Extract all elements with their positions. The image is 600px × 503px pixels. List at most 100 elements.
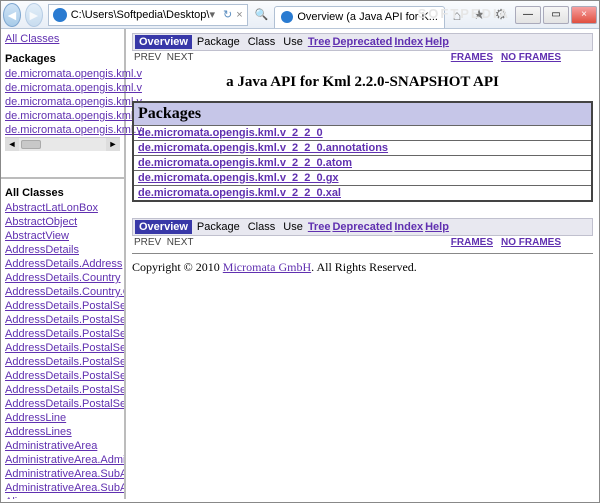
class-link[interactable]: Alias	[5, 496, 29, 499]
address-bar[interactable]: C:\Users\Softpedia\Desktop\ ▾ ↻ ×	[48, 4, 248, 26]
class-link[interactable]: AddressDetails.PostalServ	[5, 342, 124, 354]
package-link[interactable]: de.micromata.opengis.kml.v	[5, 82, 142, 94]
all-classes-heading: All Classes	[5, 187, 120, 199]
packages-table-header: Packages	[133, 102, 592, 126]
watermark: SOFTPEDIA	[418, 6, 510, 21]
package-link[interactable]: de.micromata.opengis.kml.v	[5, 124, 142, 136]
nav-class: Class	[245, 35, 279, 49]
back-button[interactable]: ◄	[3, 3, 21, 27]
nav-package: Package	[194, 35, 243, 49]
class-link[interactable]: AddressDetails.PostalServ	[5, 370, 124, 382]
copy-prefix: Copyright © 2010	[132, 260, 223, 274]
nav-index[interactable]: Index	[394, 36, 423, 48]
packages-table: Packages de.micromata.opengis.kml.v_2_2_…	[132, 101, 593, 202]
class-link[interactable]: AbstractLatLonBox	[5, 202, 98, 214]
package-row-link[interactable]: de.micromata.opengis.kml.v_2_2_0.atom	[138, 157, 352, 169]
class-link[interactable]: AddressDetails	[5, 244, 79, 256]
nav-help-b[interactable]: Help	[425, 221, 449, 233]
scroll-right-icon[interactable]: ►	[106, 138, 120, 151]
close-button[interactable]: ×	[571, 6, 597, 24]
h-scrollbar-top[interactable]: ◄ ►	[5, 137, 120, 151]
class-link[interactable]: AddressDetails.PostalServ	[5, 314, 124, 326]
table-row: de.micromata.opengis.kml.v_2_2_0.atom	[133, 156, 592, 171]
package-link[interactable]: de.micromata.opengis.kml.v	[5, 110, 142, 122]
package-row-link[interactable]: de.micromata.opengis.kml.v_2_2_0.gx	[138, 172, 339, 184]
class-link[interactable]: AbstractView	[5, 230, 69, 242]
package-row-link[interactable]: de.micromata.opengis.kml.v_2_2_0	[138, 127, 323, 139]
sub-nav-bottom: PREV NEXT FRAMES NO FRAMES	[132, 236, 593, 249]
class-link[interactable]: AdministrativeArea.SubAd	[5, 482, 124, 494]
package-list-frame: All Classes Packages de.micromata.opengi…	[1, 29, 124, 179]
noframes-link[interactable]: NO FRAMES	[501, 52, 561, 63]
divider	[132, 253, 593, 254]
class-link[interactable]: AdministrativeArea.Admini	[5, 454, 124, 466]
table-row: de.micromata.opengis.kml.v_2_2_0	[133, 126, 592, 141]
nav-package-b: Package	[194, 220, 243, 234]
package-row-link[interactable]: de.micromata.opengis.kml.v_2_2_0.annotat…	[138, 142, 388, 154]
class-link[interactable]: AddressLine	[5, 412, 66, 424]
class-link[interactable]: AddressDetails.PostalServ	[5, 328, 124, 340]
refresh-icon[interactable]: ↻	[223, 8, 232, 21]
class-link[interactable]: AddressDetails.PostalServ	[5, 356, 124, 368]
nav-index-b[interactable]: Index	[394, 221, 423, 233]
page-title: a Java API for Kml 2.2.0-SNAPSHOT API	[132, 74, 593, 91]
scroll-thumb[interactable]	[21, 140, 41, 149]
class-link[interactable]: AbstractObject	[5, 216, 77, 228]
main-frame: Overview Package Class Use Tree Deprecat…	[126, 29, 599, 499]
table-row: de.micromata.opengis.kml.v_2_2_0.xal	[133, 186, 592, 202]
nav-bar-bottom: Overview Package Class Use Tree Deprecat…	[132, 218, 593, 236]
scroll-left-icon[interactable]: ◄	[5, 138, 19, 151]
nav-prev: PREV	[134, 52, 161, 63]
package-link[interactable]: de.micromata.opengis.kml.v	[5, 96, 142, 108]
all-classes-link[interactable]: All Classes	[5, 33, 59, 45]
nav-help[interactable]: Help	[425, 36, 449, 48]
address-text: C:\Users\Softpedia\Desktop\	[71, 9, 210, 21]
class-link[interactable]: AddressDetails.Country.Co	[5, 286, 124, 298]
class-link[interactable]: AddressDetails.Address	[5, 258, 122, 270]
class-link[interactable]: AdministrativeArea.SubAd	[5, 468, 124, 480]
class-link[interactable]: AddressLines	[5, 426, 72, 438]
nav-use: Use	[280, 35, 306, 49]
nav-next: NEXT	[167, 52, 194, 63]
nav-next-b: NEXT	[167, 237, 194, 248]
class-list: AbstractLatLonBox AbstractObject AbstractV…	[5, 201, 120, 499]
footer: Overview Package Class Use Tree Deprecat…	[132, 218, 593, 275]
nav-deprecated-b[interactable]: Deprecated	[332, 221, 392, 233]
nav-bar-top: Overview Package Class Use Tree Deprecat…	[132, 33, 593, 51]
class-link[interactable]: AdministrativeArea	[5, 440, 97, 452]
copy-link[interactable]: Micromata GmbH	[223, 260, 311, 274]
nav-use-b: Use	[280, 220, 306, 234]
noframes-link-b[interactable]: NO FRAMES	[501, 237, 561, 248]
frames-link-b[interactable]: FRAMES	[451, 237, 493, 248]
browser-titlebar: ◄ ► C:\Users\Softpedia\Desktop\ ▾ ↻ × 🔍 …	[1, 1, 599, 29]
ie-icon	[53, 8, 67, 22]
nav-overview-b[interactable]: Overview	[135, 220, 192, 234]
maximize-button[interactable]: ▭	[543, 6, 569, 24]
packages-heading: Packages	[5, 53, 120, 65]
package-row-link[interactable]: de.micromata.opengis.kml.v_2_2_0.xal	[138, 187, 341, 199]
minimize-button[interactable]: —	[515, 6, 541, 24]
magnify-icon[interactable]: 🔍	[255, 8, 269, 21]
table-row: de.micromata.opengis.kml.v_2_2_0.annotat…	[133, 141, 592, 156]
left-frame: All Classes Packages de.micromata.opengi…	[1, 29, 126, 499]
frames-link[interactable]: FRAMES	[451, 52, 493, 63]
nav-tree-b[interactable]: Tree	[308, 221, 331, 233]
search-icon[interactable]: ▾	[209, 8, 215, 21]
window-controls: — ▭ ×	[513, 6, 597, 24]
table-row: de.micromata.opengis.kml.v_2_2_0.gx	[133, 171, 592, 186]
sub-nav-top: PREV NEXT FRAMES NO FRAMES	[132, 51, 593, 64]
class-link[interactable]: AddressDetails.PostalServ	[5, 300, 124, 312]
tab-favicon	[281, 11, 293, 23]
nav-overview[interactable]: Overview	[135, 35, 192, 49]
class-link[interactable]: AddressDetails.PostalServ	[5, 384, 124, 396]
package-list: de.micromata.opengis.kml.vde.micromata.o…	[5, 67, 120, 137]
stop-icon[interactable]: ×	[236, 9, 242, 21]
class-link[interactable]: AddressDetails.PostalServ	[5, 398, 124, 410]
copyright: Copyright © 2010 Micromata GmbH. All Rig…	[132, 260, 593, 275]
nav-deprecated[interactable]: Deprecated	[332, 36, 392, 48]
nav-tree[interactable]: Tree	[308, 36, 331, 48]
forward-button[interactable]: ►	[25, 3, 43, 27]
package-link[interactable]: de.micromata.opengis.kml.v	[5, 68, 142, 80]
class-link[interactable]: AddressDetails.Country	[5, 272, 121, 284]
copy-suffix: . All Rights Reserved.	[311, 260, 417, 274]
